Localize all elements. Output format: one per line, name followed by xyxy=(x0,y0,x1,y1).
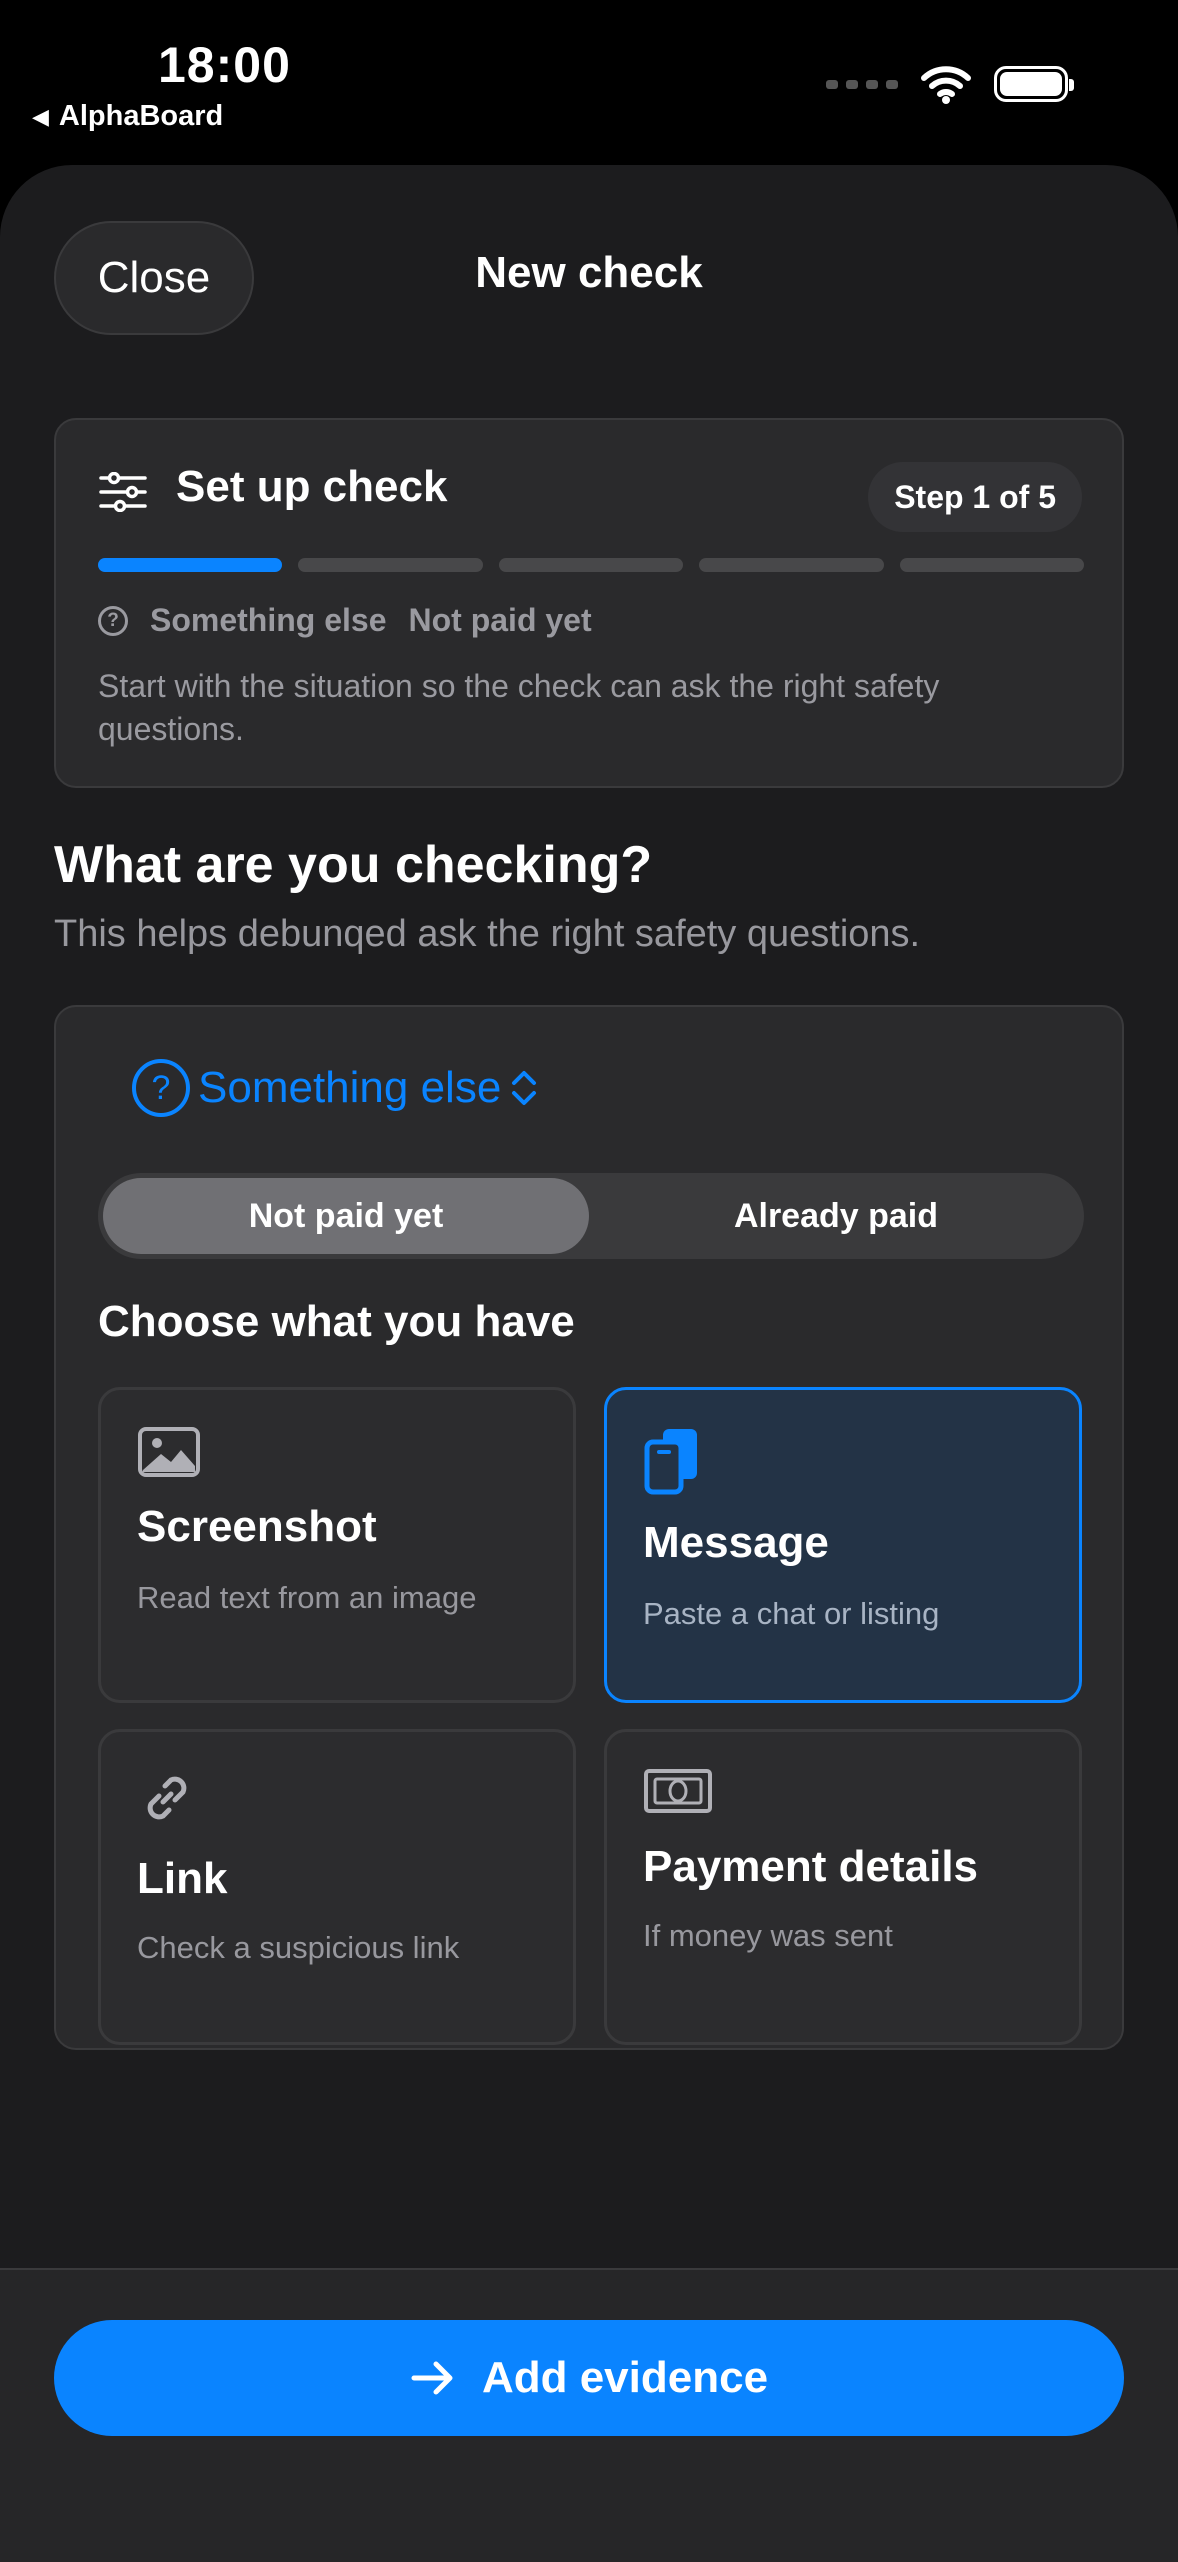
segment-already-paid[interactable]: Already paid xyxy=(593,1178,1079,1254)
status-time: 18:00 xyxy=(158,37,291,93)
payment-status-segmented-control: Not paid yet Already paid xyxy=(98,1173,1084,1259)
progress-segment xyxy=(899,558,1085,572)
summary-status: Not paid yet xyxy=(408,602,592,638)
wifi-icon xyxy=(921,66,971,104)
option-message[interactable]: Message Paste a chat or listing xyxy=(604,1387,1082,1703)
back-app-label: AlphaBoard xyxy=(58,100,224,132)
new-check-sheet: Close New check Set up check Step 1 of 5… xyxy=(0,165,1178,2560)
segment-not-paid-yet[interactable]: Not paid yet xyxy=(103,1178,589,1254)
option-screenshot[interactable]: Screenshot Read text from an image xyxy=(98,1387,576,1703)
option-description: Paste a chat or listing xyxy=(643,1596,940,1631)
back-triangle-icon: ◀ xyxy=(32,103,49,129)
progress-segment xyxy=(98,558,283,572)
question-circle-icon: ? xyxy=(132,1059,190,1117)
question-circle-icon: ? xyxy=(98,605,128,636)
add-evidence-label: Add evidence xyxy=(481,2353,769,2402)
question-subtitle: This helps debunqed ask the right safety… xyxy=(54,913,921,955)
sheet-title: New check xyxy=(475,248,703,297)
signal-dots-icon xyxy=(826,79,898,89)
back-to-app-link[interactable]: ◀ AlphaBoard xyxy=(32,100,223,133)
banknote-icon xyxy=(644,1769,712,1813)
selection-summary: ? Something else Not paid yet xyxy=(98,602,592,639)
battery-icon xyxy=(994,66,1074,102)
message-icon xyxy=(644,1429,697,1495)
status-icons xyxy=(826,64,1074,104)
option-description: Check a suspicious link xyxy=(137,1930,460,1965)
link-icon xyxy=(147,1776,187,1820)
add-evidence-button[interactable]: Add evidence xyxy=(54,2320,1124,2436)
step-indicator: Step 1 of 5 xyxy=(868,462,1082,532)
check-options-card: ? Something else Not paid yet Already pa… xyxy=(54,1005,1124,2050)
bottom-action-bar: Add evidence xyxy=(0,2268,1178,2562)
setup-progress-card: Set up check Step 1 of 5 ? Something els… xyxy=(54,418,1124,788)
image-icon xyxy=(138,1427,200,1477)
category-picker[interactable]: ? Something else xyxy=(132,1059,539,1117)
status-bar: 18:00 ◀ AlphaBoard xyxy=(0,0,1178,165)
step-progress-bar xyxy=(98,558,1085,572)
category-picker-value: Something else xyxy=(198,1063,502,1112)
choose-title: Choose what you have xyxy=(98,1297,575,1346)
summary-category: Something else xyxy=(150,602,387,638)
option-title: Link xyxy=(137,1854,228,1903)
progress-segment xyxy=(699,558,884,572)
option-title: Payment details xyxy=(643,1842,979,1891)
option-title: Screenshot xyxy=(137,1502,377,1551)
setup-description: Start with the situation so the check ca… xyxy=(98,668,940,747)
option-title: Message xyxy=(643,1518,829,1567)
option-description: If money was sent xyxy=(643,1918,893,1953)
progress-segment xyxy=(498,558,684,572)
option-payment-details[interactable]: Payment details If money was sent xyxy=(604,1729,1082,2045)
option-link[interactable]: Link Check a suspicious link xyxy=(98,1729,576,2045)
option-description: Read text from an image xyxy=(137,1580,477,1615)
arrow-right-icon xyxy=(411,2361,453,2395)
setup-title: Set up check xyxy=(176,462,448,511)
sliders-icon xyxy=(99,472,147,512)
question-title: What are you checking? xyxy=(54,836,653,894)
progress-segment xyxy=(298,558,483,572)
chevron-up-down-icon xyxy=(512,1071,537,1105)
